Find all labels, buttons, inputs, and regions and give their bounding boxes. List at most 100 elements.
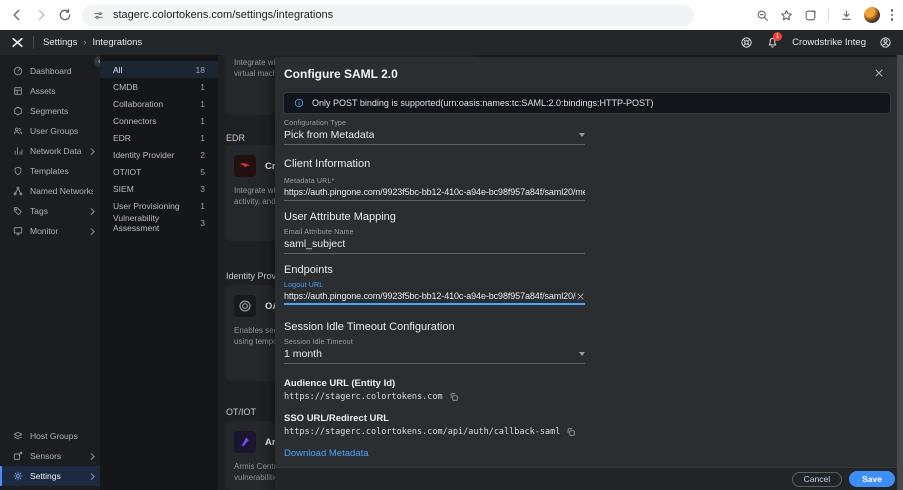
assets-icon [13,86,23,96]
user-groups-icon [13,126,23,136]
logout-url-input[interactable]: https://auth.pingone.com/9923f5bc-bb12-4… [284,289,585,305]
tags-icon [13,206,23,216]
reload-icon[interactable] [58,8,72,22]
close-icon[interactable] [874,68,884,78]
category-count: 1 [200,201,205,211]
breadcrumb-settings[interactable]: Settings [43,37,77,48]
sidebar-item-network-data[interactable]: Network Data [0,141,100,161]
account-name[interactable]: Crowdstrike Integ [792,37,866,48]
category-row-ot-iot[interactable]: OT/IOT 5 [100,163,218,180]
category-row-connectors[interactable]: Connectors 1 [100,112,218,129]
network-data-icon [13,146,23,156]
sensors-icon [13,451,23,461]
sidebar-item-monitor[interactable]: Monitor [0,221,100,241]
chevron-right-icon [88,473,94,479]
configuration-type-select[interactable]: Pick from Metadata [284,127,585,145]
notifications-bell-icon[interactable]: 1 [766,36,779,49]
browser-menu-kebab-icon[interactable] [891,9,894,21]
modal-title: Configure SAML 2.0 [284,67,398,81]
metadata-url-label: Metadata URL* [284,178,585,185]
breadcrumb-current: Integrations [93,37,143,48]
sidebar-item-dashboard[interactable]: Dashboard [0,61,100,81]
oauth-logo-icon [234,295,256,317]
save-button[interactable]: Save [849,471,895,487]
sso-url-value: https://stagerc.colortokens.com/api/auth… [284,427,560,437]
bookmark-star-icon[interactable] [780,9,793,22]
logout-url-label: Logout URL [284,282,585,289]
url-text[interactable]: stagerc.colortokens.com/settings/integra… [113,9,333,21]
dashboard-icon [13,66,23,76]
chevron-down-icon[interactable] [579,352,585,356]
category-row-collaboration[interactable]: Collaboration 1 [100,95,218,112]
sidebar-item-tags[interactable]: Tags [0,201,100,221]
app-header: Settings › Integrations 1 Crowdstrike In… [0,30,903,55]
category-count: 1 [200,99,205,109]
email-attribute-input[interactable]: saml_subject [284,236,585,254]
category-count: 18 [196,65,205,75]
zoom-search-icon[interactable] [756,9,769,22]
category-row-all[interactable]: All 18 [100,61,218,78]
clear-field-icon[interactable] [576,292,585,301]
browser-chrome: stagerc.colortokens.com/settings/integra… [0,0,903,30]
extensions-icon[interactable] [804,9,817,22]
audience-url-label: Audience URL (Entity Id) [284,378,585,389]
sidebar-item-sensors[interactable]: Sensors [0,446,100,466]
user-attribute-mapping-heading: User Attribute Mapping [284,211,585,223]
sidebar-item-settings[interactable]: Settings [0,466,100,486]
category-row-siem[interactable]: SIEM 3 [100,180,218,197]
client-information-heading: Client Information [284,158,585,170]
category-count: 3 [200,218,205,228]
sso-url-label: SSO URL/Redirect URL [284,413,585,424]
download-metadata-link[interactable]: Download Metadata [284,448,585,459]
url-bar[interactable]: stagerc.colortokens.com/settings/integra… [82,5,694,26]
category-row-identity-provider[interactable]: Identity Provider 2 [100,146,218,163]
sidebar-item-assets[interactable]: Assets [0,81,100,101]
copy-icon[interactable] [566,427,576,437]
appbar-divider [33,36,34,49]
session-idle-timeout-select[interactable]: 1 month [284,346,585,364]
category-row-user-provisioning[interactable]: User Provisioning 1 [100,197,218,214]
modal-footer: Cancel Save [275,467,903,490]
session-idle-timeout-label: Session Idle Timeout [284,339,585,346]
tune-icon[interactable] [93,10,104,21]
sidebar-item-segments[interactable]: Segments [0,101,100,121]
category-row-cmdb[interactable]: CMDB 1 [100,78,218,95]
chevron-down-icon[interactable] [579,133,585,137]
browser-profile-avatar[interactable] [864,7,880,23]
breadcrumb-separator: › [83,37,86,48]
session-idle-timeout-heading: Session Idle Timeout Configuration [284,321,585,333]
category-count: 1 [200,82,205,92]
category-count: 1 [200,116,205,126]
metadata-url-input[interactable]: https://auth.pingone.com/9923f5bc-bb12-4… [284,185,585,201]
user-profile-icon[interactable] [879,36,892,49]
download-icon[interactable] [840,9,853,22]
cancel-button[interactable]: Cancel [792,472,842,487]
sidebar-item-host-groups[interactable]: Host Groups [0,426,100,446]
email-attribute-label: Email Attribute Name [284,229,585,236]
category-row-vulnerability-assessment[interactable]: Vulnerability Assessment 3 [100,214,218,231]
info-icon [294,98,304,108]
page-scrollbar[interactable] [897,55,903,490]
notification-badge: 1 [773,32,782,41]
sidebar-item-user-groups[interactable]: User Groups [0,121,100,141]
segments-icon [13,106,23,116]
chevron-right-icon [88,148,94,154]
chevron-right-icon [88,453,94,459]
configure-saml-modal: Configure SAML 2.0 Only POST binding is … [275,57,903,490]
sidebar-item-named-networks[interactable]: Named Networks [0,181,100,201]
colortokens-logo-icon[interactable] [11,36,24,49]
chevron-right-icon [88,208,94,214]
forward-icon[interactable] [34,8,48,22]
audience-url-value: https://stagerc.colortokens.com [284,392,443,402]
copy-icon[interactable] [449,392,459,402]
templates-shield-icon [13,166,23,176]
settings-gear-icon [13,471,23,481]
primary-sidebar: Dashboard Assets Segments User Groups Ne… [0,55,100,490]
chrome-divider [828,8,829,22]
breadcrumb: Settings › Integrations [43,37,142,48]
sidebar-item-templates[interactable]: Templates [0,161,100,181]
saml-form: Configuration Type Pick from Metadata Cl… [284,120,585,459]
category-row-edr[interactable]: EDR 1 [100,129,218,146]
support-globe-icon[interactable] [740,36,753,49]
back-icon[interactable] [10,8,24,22]
